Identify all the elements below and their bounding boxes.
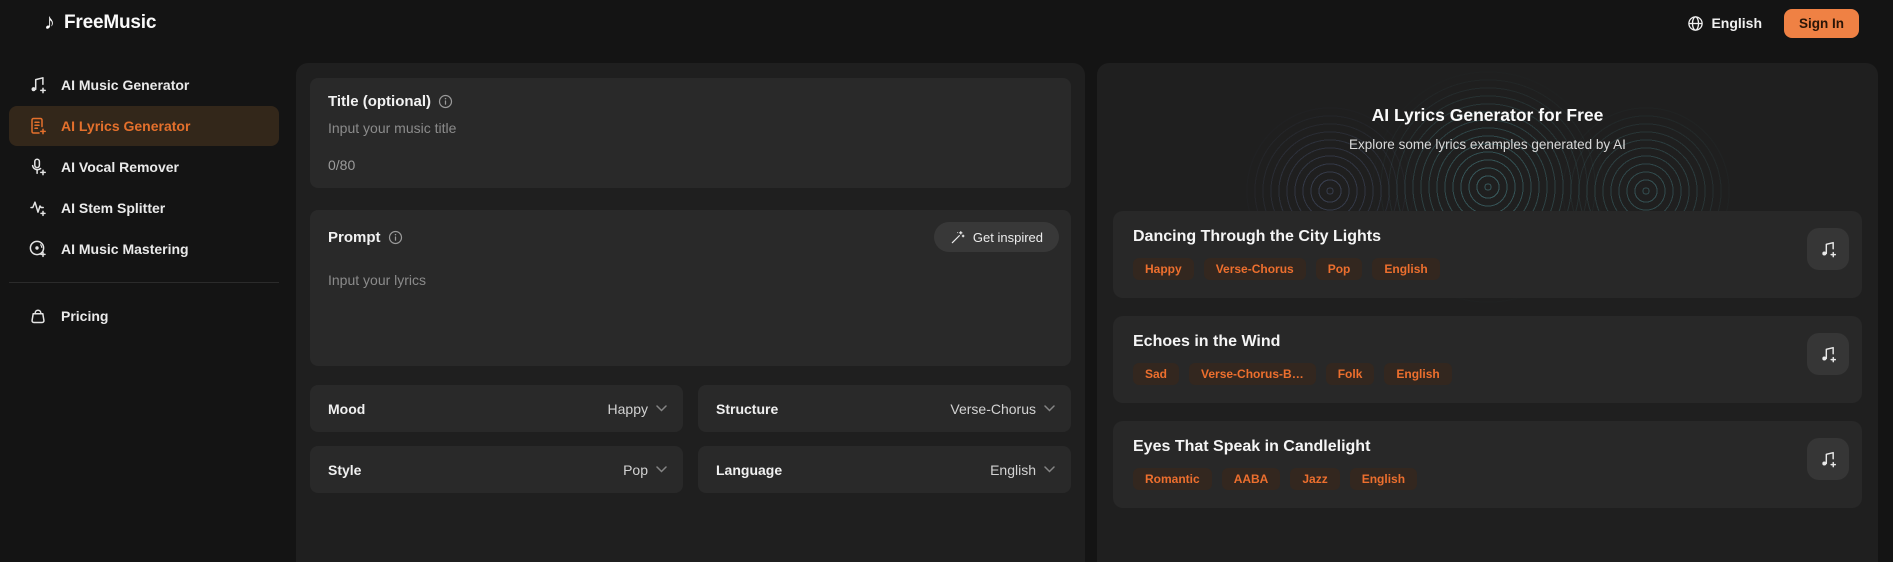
example-card[interactable]: Eyes That Speak in Candlelight Romantic … xyxy=(1113,421,1862,508)
structure-select-value: Verse-Chorus xyxy=(950,400,1036,417)
title-field-card: Title (optional) 0/80 xyxy=(310,78,1071,188)
info-icon[interactable] xyxy=(388,230,403,245)
sidebar-item-label: AI Stem Splitter xyxy=(61,200,166,216)
lyrics-form-panel: Title (optional) 0/80 Prompt xyxy=(296,63,1085,562)
structure-select[interactable]: Structure Verse-Chorus xyxy=(698,385,1071,432)
title-char-counter: 0/80 xyxy=(328,157,356,173)
sidebar-item-label: AI Lyrics Generator xyxy=(61,118,191,134)
music-note-icon: ♪ xyxy=(44,9,55,34)
language-select[interactable]: Language English xyxy=(698,446,1071,493)
sidebar-item-ai-stem-splitter[interactable]: AI Stem Splitter xyxy=(9,188,279,228)
sidebar-item-label: AI Music Generator xyxy=(61,77,190,93)
music-note-plus-icon xyxy=(1819,450,1838,469)
sidebar-item-ai-vocal-remover[interactable]: AI Vocal Remover xyxy=(9,147,279,187)
sidebar-item-ai-music-mastering[interactable]: AI Music Mastering xyxy=(9,229,279,269)
sidebar: AI Music Generator AI Lyrics Generator A… xyxy=(0,46,288,562)
wallet-icon xyxy=(28,306,48,326)
mood-tag: Happy xyxy=(1133,258,1194,280)
info-icon[interactable] xyxy=(438,94,453,109)
prompt-field-card: Prompt Get inspired xyxy=(310,210,1071,366)
sidebar-item-label: AI Music Mastering xyxy=(61,241,189,257)
sidebar-item-ai-lyrics-generator[interactable]: AI Lyrics Generator xyxy=(9,106,279,146)
globe-icon xyxy=(1687,15,1704,32)
mood-tag: Sad xyxy=(1133,363,1180,385)
brand-name: FreeMusic xyxy=(64,12,157,33)
example-card[interactable]: Echoes in the Wind Sad Verse-Chorus-B… F… xyxy=(1113,316,1862,403)
style-tag: Pop xyxy=(1315,258,1363,280)
sidebar-divider xyxy=(9,282,279,283)
mood-tag: Romantic xyxy=(1133,468,1212,490)
language-selector[interactable]: English xyxy=(1687,15,1762,32)
mood-select[interactable]: Mood Happy xyxy=(310,385,683,432)
chevron-down-icon xyxy=(656,466,667,473)
title-input[interactable] xyxy=(328,120,1053,136)
get-inspired-label: Get inspired xyxy=(972,229,1043,245)
examples-title: AI Lyrics Generator for Free xyxy=(1371,105,1604,125)
example-song-title: Dancing Through the City Lights xyxy=(1133,228,1381,245)
lyrics-examples-panel: AI Lyrics Generator for Free Explore som… xyxy=(1097,63,1878,562)
structure-tag: Verse-Chorus-B… xyxy=(1189,363,1316,385)
music-note-plus-icon xyxy=(1819,240,1838,259)
sidebar-item-pricing[interactable]: Pricing xyxy=(9,296,279,336)
mood-select-label: Mood xyxy=(328,400,366,417)
make-song-button[interactable] xyxy=(1807,438,1849,480)
language-select-value: English xyxy=(990,461,1036,478)
magic-wand-icon xyxy=(950,230,965,245)
structure-select-label: Structure xyxy=(716,400,779,417)
language-tag: English xyxy=(1372,258,1440,280)
title-field-label: Title (optional) xyxy=(328,93,432,110)
style-select-label: Style xyxy=(328,461,362,478)
brand-logo[interactable]: ♪ FreeMusic xyxy=(44,9,157,34)
disc-plus-icon xyxy=(28,239,48,259)
sidebar-item-label: AI Vocal Remover xyxy=(61,159,180,175)
chevron-down-icon xyxy=(656,405,667,412)
style-select[interactable]: Style Pop xyxy=(310,446,683,493)
sidebar-item-label: Pricing xyxy=(61,308,109,324)
style-tag: Folk xyxy=(1325,363,1375,385)
sidebar-item-ai-music-generator[interactable]: AI Music Generator xyxy=(9,65,279,105)
waveform-plus-icon xyxy=(28,198,48,218)
example-song-title: Echoes in the Wind xyxy=(1133,333,1281,350)
mood-select-value: Happy xyxy=(607,400,648,417)
prompt-field-label: Prompt xyxy=(328,228,381,246)
get-inspired-button[interactable]: Get inspired xyxy=(933,222,1059,252)
example-song-title: Eyes That Speak in Candlelight xyxy=(1133,438,1371,455)
music-note-plus-icon xyxy=(1819,345,1838,364)
music-note-plus-icon xyxy=(28,75,48,95)
style-select-value: Pop xyxy=(623,461,648,478)
make-song-button[interactable] xyxy=(1807,333,1849,375)
top-header: ♪ FreeMusic English Sign In xyxy=(0,0,1893,46)
structure-tag: Verse-Chorus xyxy=(1203,258,1306,280)
lyrics-plus-icon xyxy=(28,116,48,136)
chevron-down-icon xyxy=(1044,405,1055,412)
language-tag: English xyxy=(1384,363,1452,385)
sign-in-button[interactable]: Sign In xyxy=(1784,8,1859,38)
microphone-plus-icon xyxy=(28,157,48,177)
example-card[interactable]: Dancing Through the City Lights Happy Ve… xyxy=(1113,211,1862,298)
examples-subtitle: Explore some lyrics examples generated b… xyxy=(1349,137,1626,152)
style-tag: Jazz xyxy=(1290,468,1340,490)
structure-tag: AABA xyxy=(1221,468,1281,490)
language-label: English xyxy=(1711,15,1762,31)
make-song-button[interactable] xyxy=(1807,228,1849,270)
language-select-label: Language xyxy=(716,461,783,478)
chevron-down-icon xyxy=(1044,466,1055,473)
lyrics-prompt-input[interactable] xyxy=(328,272,1059,352)
language-tag: English xyxy=(1349,468,1418,490)
